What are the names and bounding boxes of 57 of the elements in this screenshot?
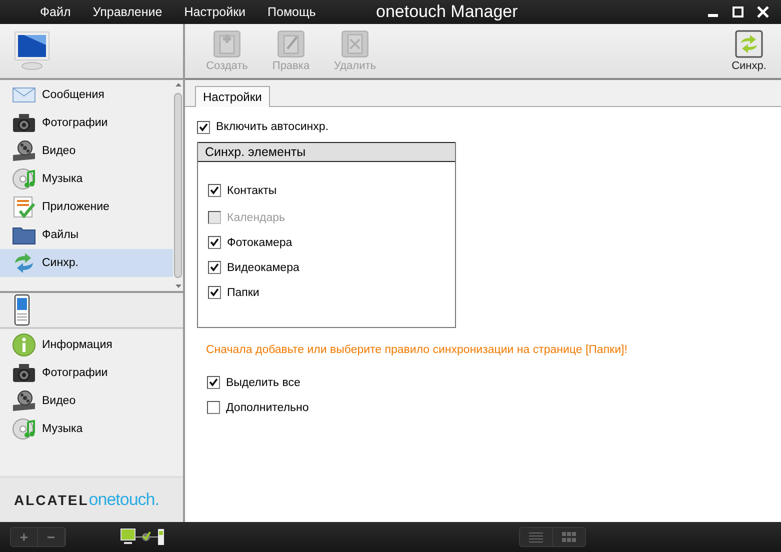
film-reel-icon: [12, 389, 36, 413]
checkbox[interactable]: [208, 184, 221, 197]
info-icon: [12, 333, 36, 357]
sidebar-item[interactable]: Музыка: [0, 165, 173, 193]
maximize-icon[interactable]: [732, 6, 744, 18]
pencil-document-icon: [277, 30, 305, 58]
music-disc-icon: [12, 417, 36, 441]
sidebar-item[interactable]: Видео: [0, 137, 173, 165]
close-icon[interactable]: [757, 6, 769, 18]
menu-item[interactable]: Файл: [40, 5, 71, 19]
scrollbar[interactable]: [174, 82, 182, 289]
sync-arrows-icon: [735, 30, 763, 58]
checkbox-label: Дополнительно: [226, 402, 309, 414]
window-title: onetouch Manager: [376, 2, 518, 22]
checkbox[interactable]: [197, 120, 210, 134]
music-disc-icon: [12, 167, 36, 191]
monitor-icon: [14, 31, 50, 71]
connection-status-icon: [120, 527, 166, 547]
product-logo-text: onetouch.: [88, 490, 159, 510]
checkbox[interactable]: [208, 236, 221, 249]
checkbox-label: Календарь: [227, 212, 286, 224]
checkbox-label: Папки: [227, 286, 260, 298]
toolbar-button[interactable]: Синхр.: [717, 24, 781, 78]
warning-text: Сначала добавьте или выберите правило синхронизации на странице [Папки]!: [206, 344, 628, 356]
menu-item[interactable]: Настройки: [184, 5, 246, 19]
scroll-up-icon[interactable]: [174, 82, 182, 87]
checkbox[interactable]: [207, 376, 220, 389]
sidebar-item[interactable]: Синхр.: [0, 249, 173, 277]
sidebar-item[interactable]: Приложение: [0, 193, 173, 221]
checkbox-label: Контакты: [227, 184, 277, 196]
sidebar-item[interactable]: Файлы: [0, 221, 173, 249]
cross-document-icon: [341, 30, 369, 58]
scroll-down-icon[interactable]: [174, 284, 182, 289]
menu-item[interactable]: Управление: [92, 5, 162, 19]
checkbox-label: Включить автосинхр.: [216, 121, 328, 133]
checkbox[interactable]: [208, 286, 221, 299]
checkbox-label: Фотокамера: [227, 236, 292, 248]
sidebar-item[interactable]: Музыка: [0, 415, 183, 443]
menu-item[interactable]: Помощь: [268, 5, 316, 19]
tab[interactable]: Настройки: [195, 86, 270, 107]
sidebar-item[interactable]: Фотографии: [0, 359, 183, 387]
checklist-icon: [12, 195, 36, 219]
checkbox-label: Выделить все: [226, 376, 300, 388]
sidebar-item[interactable]: Фотографии: [0, 109, 173, 137]
checkbox[interactable]: [208, 261, 221, 274]
camera-icon: [12, 361, 36, 385]
brand-logo-text: ALCATEL: [14, 492, 89, 508]
film-reel-icon: [12, 139, 36, 163]
plus-document-icon: [213, 30, 241, 58]
sync-arrows-icon: [12, 251, 36, 275]
sidebar-item[interactable]: Видео: [0, 387, 183, 415]
camera-icon: [12, 111, 36, 135]
checkbox[interactable]: [207, 401, 220, 414]
sidebar-item[interactable]: Сообщения: [0, 81, 173, 109]
panel-header: Синхр. элементы: [198, 142, 455, 162]
checkbox-label: Видеокамера: [227, 262, 300, 274]
sidebar-item[interactable]: Информация: [0, 331, 183, 359]
